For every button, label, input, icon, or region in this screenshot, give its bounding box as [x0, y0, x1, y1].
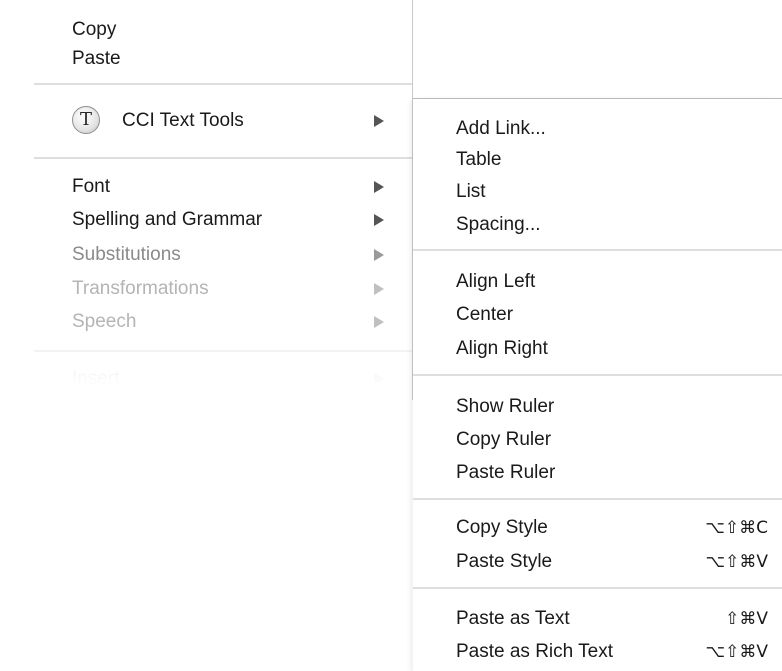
- menu-item-paste-as-rich-text[interactable]: Paste as Rich Text ⌥⇧⌘V: [413, 637, 782, 667]
- menu-item-align-left[interactable]: Align Left: [413, 267, 782, 297]
- menu-item-label: Spacing...: [456, 214, 541, 235]
- cci-text-tools-submenu: Add Link... Table List Spacing... Align …: [413, 98, 782, 671]
- menu-separator: [413, 374, 782, 376]
- menu-item-add-link[interactable]: Add Link...: [413, 114, 782, 144]
- menu-separator: [413, 249, 782, 251]
- menu-item-label: Spelling and Grammar: [72, 209, 263, 230]
- menu-item-paste-style[interactable]: Paste Style ⌥⇧⌘V: [413, 547, 782, 577]
- menu-item-label: Substitutions: [72, 244, 181, 265]
- menu-item-paste[interactable]: Paste: [34, 44, 412, 74]
- menu-item-label: Transformations: [72, 278, 209, 299]
- menu-separator: [34, 157, 412, 159]
- menu-item-paste-as-text[interactable]: Paste as Text ⇧⌘V: [413, 604, 782, 634]
- menu-item-spacing[interactable]: Spacing...: [413, 210, 782, 240]
- submenu-arrow-icon: [374, 316, 384, 328]
- keyboard-shortcut: ⌥⇧⌘V: [705, 552, 768, 572]
- submenu-arrow-icon: [374, 214, 384, 226]
- keyboard-shortcut: ⌥⇧⌘V: [705, 642, 768, 662]
- text-tool-icon: T: [72, 106, 100, 134]
- menu-item-transformations[interactable]: Transformations: [34, 274, 412, 304]
- menu-item-label: Paste as Text: [456, 608, 570, 629]
- menu-item-label: Font: [72, 176, 111, 197]
- context-menu: Copy Paste T CCI Text Tools Font Spellin…: [34, 0, 413, 400]
- menu-item-label: Table: [456, 149, 502, 170]
- submenu-arrow-icon: [374, 115, 384, 127]
- menu-item-copy[interactable]: Copy: [34, 15, 412, 45]
- menu-item-copy-ruler[interactable]: Copy Ruler: [413, 425, 782, 455]
- menu-item-list[interactable]: List: [413, 177, 782, 207]
- menu-item-substitutions[interactable]: Substitutions: [34, 240, 412, 270]
- menu-separator: [413, 498, 782, 500]
- menu-item-insert[interactable]: Insert: [34, 364, 412, 394]
- menu-item-speech[interactable]: Speech: [34, 307, 412, 337]
- menu-separator: [413, 587, 782, 589]
- menu-item-label: Copy Ruler: [456, 429, 552, 450]
- menu-item-font[interactable]: Font: [34, 172, 412, 202]
- menu-item-label: Center: [456, 304, 514, 325]
- menu-item-label: Insert: [72, 368, 120, 389]
- menu-item-label: Paste Style: [456, 551, 553, 572]
- menu-item-label: List: [456, 181, 486, 202]
- menu-separator: [34, 83, 412, 85]
- keyboard-shortcut: ⌥⇧⌘C: [705, 518, 768, 538]
- menu-item-label: Copy Style: [456, 517, 548, 538]
- menu-item-label: Copy: [72, 19, 117, 40]
- menu-item-show-ruler[interactable]: Show Ruler: [413, 392, 782, 422]
- menu-separator: [34, 350, 412, 352]
- submenu-arrow-icon: [374, 249, 384, 261]
- menu-item-label: Paste: [72, 48, 121, 69]
- menu-item-cci-text-tools[interactable]: T CCI Text Tools: [34, 106, 412, 136]
- keyboard-shortcut: ⇧⌘V: [725, 609, 768, 629]
- menu-item-center[interactable]: Center: [413, 300, 782, 330]
- menu-item-label: Paste as Rich Text: [456, 641, 614, 662]
- menu-item-align-right[interactable]: Align Right: [413, 334, 782, 364]
- menu-item-label: Speech: [72, 311, 137, 332]
- menu-item-label: Paste Ruler: [456, 462, 556, 483]
- submenu-arrow-icon: [374, 373, 384, 385]
- submenu-arrow-icon: [374, 283, 384, 295]
- menu-item-copy-style[interactable]: Copy Style ⌥⇧⌘C: [413, 513, 782, 543]
- menu-item-table[interactable]: Table: [413, 145, 782, 175]
- menu-item-label: Align Right: [456, 338, 548, 359]
- menu-item-paste-ruler[interactable]: Paste Ruler: [413, 458, 782, 488]
- submenu-arrow-icon: [374, 181, 384, 193]
- menu-item-label: Align Left: [456, 271, 536, 292]
- menu-item-label: CCI Text Tools: [122, 110, 244, 131]
- menu-item-spelling-and-grammar[interactable]: Spelling and Grammar: [34, 205, 412, 235]
- menu-item-label: Show Ruler: [456, 396, 555, 417]
- menu-item-label: Add Link...: [456, 118, 546, 139]
